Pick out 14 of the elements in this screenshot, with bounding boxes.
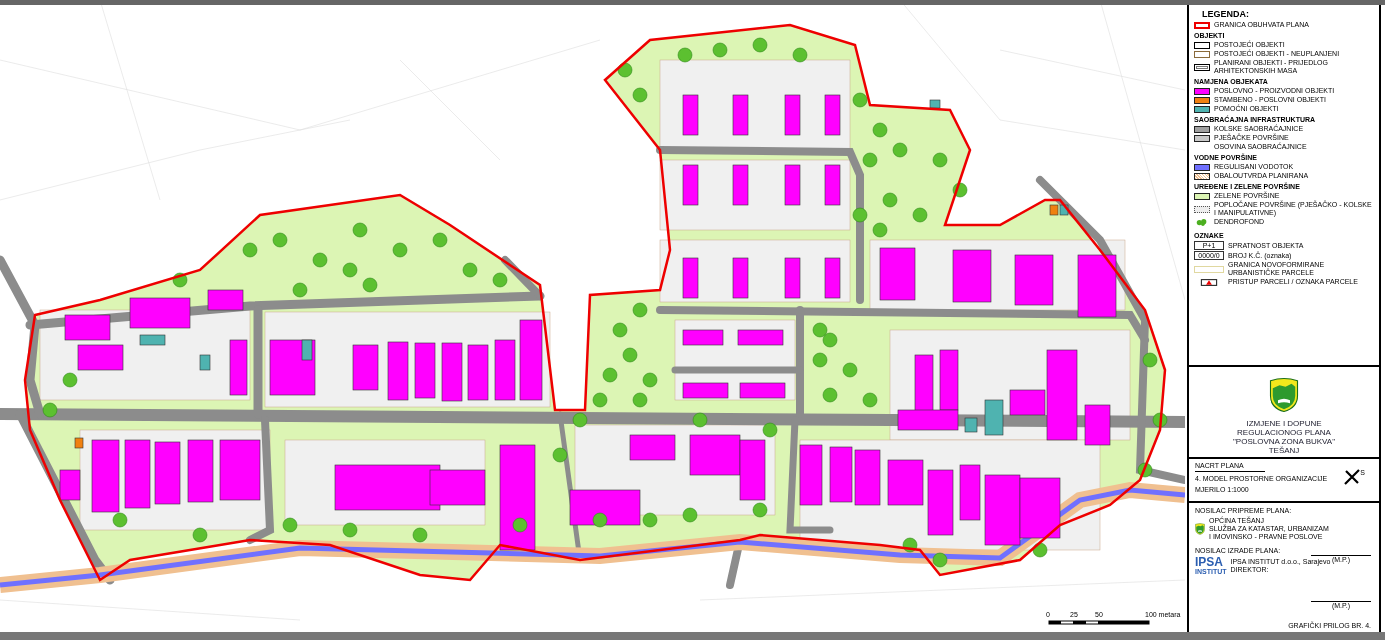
scale-bar-icon (1048, 620, 1150, 625)
dotted-swatch (1194, 205, 1210, 213)
north-arrow-icon (1344, 469, 1361, 485)
boundary-swatch (1194, 21, 1210, 29)
double-outline-swatch (1194, 63, 1210, 71)
company-logo: IPSA (1195, 557, 1224, 568)
coat-of-arms-icon (1195, 523, 1205, 535)
plan-title: "POSLOVNA ZONA BUKVA" (1233, 437, 1335, 446)
coat-of-arms-icon (1269, 377, 1299, 413)
plot-swatch (1194, 265, 1224, 273)
plan-title: REGULACIONOG PLANA (1237, 428, 1331, 437)
plan-title: TEŠANJ (1268, 446, 1300, 455)
plan-title: IZMJENE I DOPUNE (1246, 419, 1322, 428)
legend-title: LEGENDA: (1202, 9, 1250, 19)
